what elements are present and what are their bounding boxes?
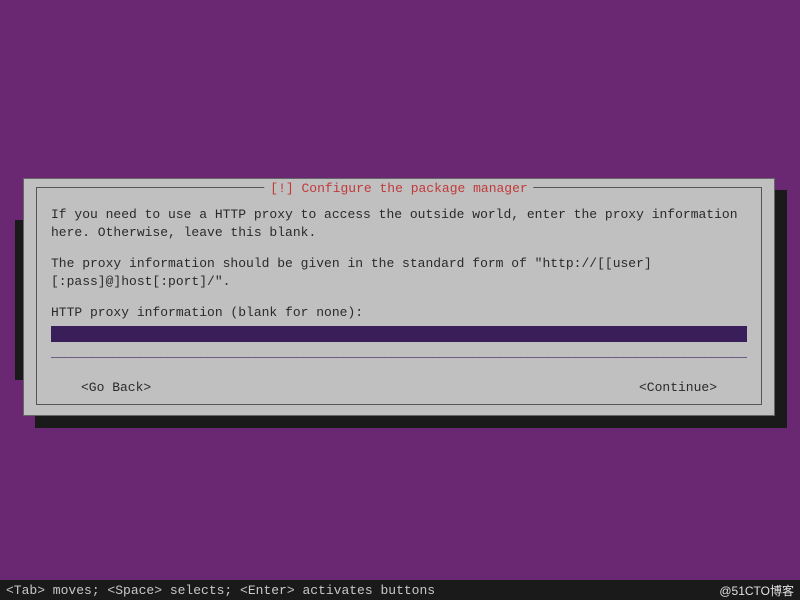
proxy-prompt-label: HTTP proxy information (blank for none): <box>51 304 747 322</box>
dialog-border: [!] Configure the package manager If you… <box>36 187 762 405</box>
input-underline: ________________________________________… <box>51 344 747 362</box>
go-back-button[interactable]: <Go Back> <box>81 379 151 397</box>
dialog-title: [!] Configure the package manager <box>264 181 533 196</box>
footer-bar: <Tab> moves; <Space> selects; <Enter> ac… <box>0 580 800 600</box>
continue-button[interactable]: <Continue> <box>639 379 717 397</box>
button-row: <Go Back> <Continue> <box>51 379 747 397</box>
help-text-1: If you need to use a HTTP proxy to acces… <box>51 206 747 241</box>
footer-hint: <Tab> moves; <Space> selects; <Enter> ac… <box>6 583 435 598</box>
help-text-2: The proxy information should be given in… <box>51 255 747 290</box>
dialog-content: If you need to use a HTTP proxy to acces… <box>37 188 761 407</box>
watermark: @51CTO博客 <box>719 582 794 599</box>
proxy-input[interactable] <box>51 326 747 342</box>
dialog-box: [!] Configure the package manager If you… <box>23 178 775 416</box>
